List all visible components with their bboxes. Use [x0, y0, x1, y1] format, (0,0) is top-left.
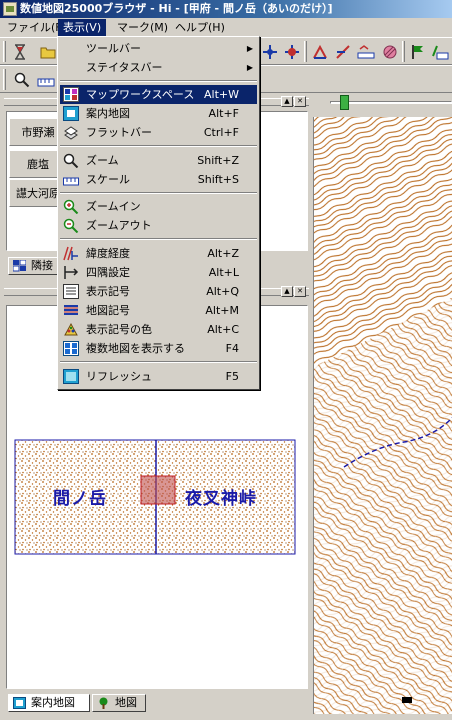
- magnifier-icon: [63, 153, 79, 169]
- guide-map-icon: [13, 697, 26, 709]
- tab-adjacent-label: 隣接: [31, 259, 53, 272]
- menu-help[interactable]: ヘルプ(H): [170, 19, 230, 36]
- menu-item-scale[interactable]: スケール Shift+S: [60, 170, 257, 189]
- zoom-slider[interactable]: [330, 95, 452, 111]
- right-sheet-label: 夜叉神峠: [185, 489, 257, 509]
- open-folder-icon[interactable]: [38, 42, 58, 62]
- view-menu-dropdown: ツールバー ▶ ステイタスバー ▶ マップワークスペース Alt+W 案内地図 …: [57, 36, 260, 390]
- flag-icon[interactable]: [408, 42, 428, 62]
- tab-guide-map-label: 案内地図: [31, 696, 75, 709]
- menu-item-refresh[interactable]: リフレッシュ F5: [60, 367, 257, 386]
- map-sheet-icon[interactable]: [430, 42, 450, 62]
- close-button[interactable]: ✕: [294, 286, 306, 297]
- slider-thumb[interactable]: [340, 95, 349, 110]
- menu-view[interactable]: 表示(V): [58, 19, 107, 36]
- flatbar-icon: [63, 125, 79, 140]
- guide-map-icon: [63, 106, 79, 121]
- zoom-out-icon: [63, 218, 79, 234]
- menu-item-guide-map[interactable]: 案内地図 Alt+F: [60, 104, 257, 123]
- target-cross-icon[interactable]: [282, 42, 302, 62]
- menu-item-display-symbol[interactable]: 表示記号 Alt+Q: [60, 282, 257, 301]
- menu-item-statusbar[interactable]: ステイタスバー ▶: [60, 58, 257, 77]
- menu-item-zoom-out[interactable]: ズームアウト: [60, 216, 257, 235]
- menu-item-zoom[interactable]: ズーム Shift+Z: [60, 151, 257, 170]
- scale-icon[interactable]: [36, 70, 56, 90]
- tree-icon: [97, 697, 110, 709]
- menu-item-corners[interactable]: 四隅設定 Alt+L: [60, 263, 257, 282]
- measure-line-icon[interactable]: [333, 42, 353, 62]
- toolbar-grip[interactable]: [402, 41, 405, 62]
- menu-item-map-workspace[interactable]: マップワークスペース Alt+W: [60, 85, 257, 104]
- magnifier-icon[interactable]: [12, 70, 32, 90]
- tab-map-label: 地図: [115, 696, 137, 709]
- map-symbol-icon: [63, 303, 79, 318]
- hourglass-icon[interactable]: [10, 42, 30, 62]
- menu-bar: ファイル(F) 表示(V) マーク(M) ヘルプ(H): [0, 18, 452, 37]
- display-symbol-icon: [63, 284, 79, 299]
- menu-item-symbol-color[interactable]: 表示記号の色 Alt+C: [60, 320, 257, 339]
- adjacent-icon: [12, 259, 27, 272]
- menu-separator: [60, 80, 257, 82]
- menu-separator: [60, 145, 257, 147]
- corners-icon: [63, 265, 79, 280]
- refresh-icon: [63, 369, 79, 384]
- toolbar-grip[interactable]: [304, 41, 307, 62]
- menu-item-latlon[interactable]: 緯度経度 Alt+Z: [60, 244, 257, 263]
- move-cross-icon[interactable]: [260, 42, 280, 62]
- tab-map[interactable]: 地図: [92, 694, 146, 712]
- map-view[interactable]: [313, 117, 452, 714]
- zoom-in-icon: [63, 199, 79, 215]
- minimize-button[interactable]: ▲: [281, 96, 293, 107]
- window-title: 数値地図25000ブラウザ - Hi - [甲府 - 間ノ岳（あいのだけ）]: [20, 2, 333, 15]
- close-button[interactable]: ✕: [294, 96, 306, 107]
- latlon-icon: [63, 246, 79, 261]
- app-icon: [3, 2, 17, 16]
- menu-item-toolbar[interactable]: ツールバー ▶: [60, 39, 257, 58]
- menu-item-multi-map[interactable]: 複数地図を表示する F4: [60, 339, 257, 358]
- minimize-button[interactable]: ▲: [281, 286, 293, 297]
- contour-map: [314, 117, 452, 714]
- toolbar-grip[interactable]: [3, 41, 6, 62]
- menu-item-map-symbol[interactable]: 地図記号 Alt+M: [60, 301, 257, 320]
- menu-item-flatbar[interactable]: フラットバー Ctrl+F: [60, 123, 257, 142]
- hatch-area-icon[interactable]: [380, 42, 400, 62]
- measure-angle-icon[interactable]: [310, 42, 330, 62]
- menu-separator: [60, 192, 257, 194]
- tab-guide-map[interactable]: 案内地図: [8, 694, 90, 712]
- distance-scale-icon[interactable]: [356, 42, 376, 62]
- multi-map-icon: [63, 341, 79, 356]
- scale-icon: [63, 172, 79, 187]
- submenu-arrow-icon: ▶: [246, 44, 253, 53]
- menu-separator: [60, 238, 257, 240]
- submenu-arrow-icon: ▶: [246, 63, 253, 72]
- palette-icon: [63, 322, 79, 337]
- menu-item-zoom-in[interactable]: ズームイン: [60, 197, 257, 216]
- toolbar-grip[interactable]: [3, 69, 6, 90]
- menu-mark[interactable]: マーク(M): [112, 19, 173, 36]
- title-bar: 数値地図25000ブラウザ - Hi - [甲府 - 間ノ岳（あいのだけ）]: [0, 0, 452, 18]
- workspace-icon: [63, 87, 79, 102]
- left-sheet-label: 間ノ岳: [53, 489, 107, 509]
- menu-separator: [60, 361, 257, 363]
